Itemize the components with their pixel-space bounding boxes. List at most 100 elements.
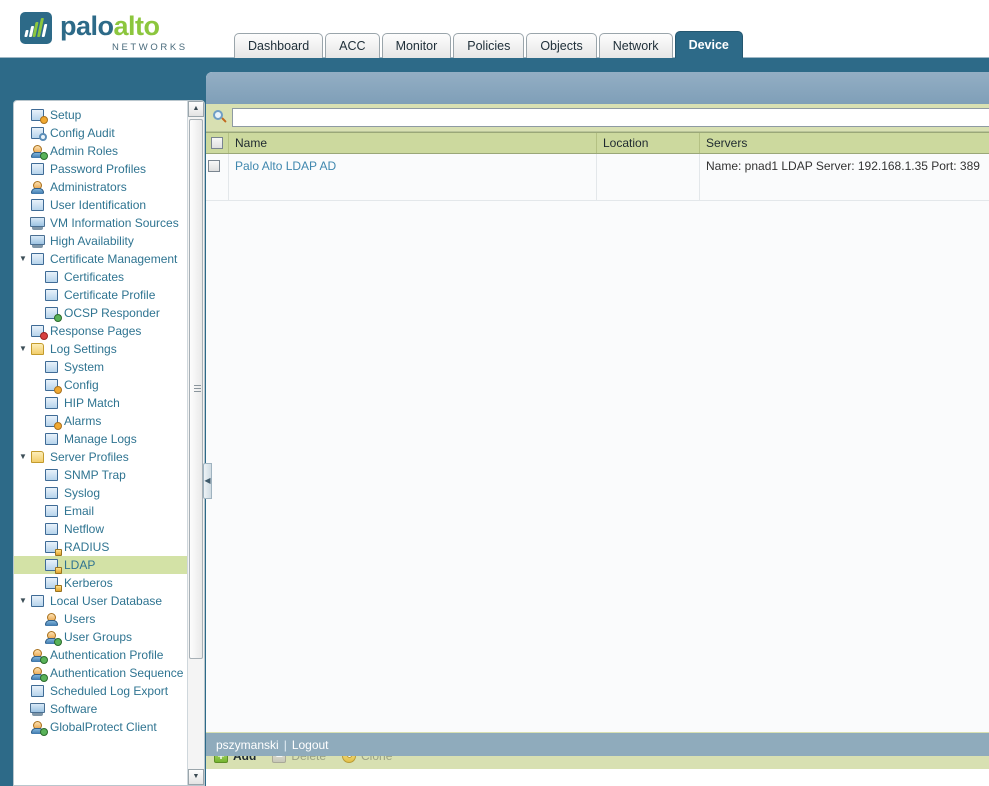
sidebar-item-server-profiles[interactable]: ▼ Server Profiles — [14, 448, 187, 466]
brand-name-part1: palo — [60, 11, 114, 41]
sidebar-item-label: Log Settings — [50, 342, 117, 356]
sidebar-item-config[interactable]: Config — [14, 376, 187, 394]
sidebar-item-netflow[interactable]: Netflow — [14, 520, 187, 538]
sidebar-item-manage-logs[interactable]: Manage Logs — [14, 430, 187, 448]
tab-acc[interactable]: ACC — [325, 33, 380, 58]
search-icon — [212, 109, 228, 126]
sidebar-item-label: User Groups — [64, 630, 133, 644]
tab-network[interactable]: Network — [598, 33, 673, 58]
sidebar-item-label: Local User Database — [50, 594, 163, 608]
sidebar-item-authentication-sequence[interactable]: Authentication Sequence — [14, 664, 187, 682]
sidebar-item-setup[interactable]: Setup — [14, 106, 187, 124]
sidebar-item-radius[interactable]: RADIUS — [14, 538, 187, 556]
sidebar-item-label: Server Profiles — [50, 450, 129, 464]
chevron-down-icon[interactable]: ▼ — [16, 448, 30, 466]
tab-monitor[interactable]: Monitor — [381, 33, 452, 58]
sidebar-item-label: Setup — [50, 108, 82, 122]
sidebar-collapse-handle[interactable]: ◀ — [203, 463, 212, 499]
tab-objects[interactable]: Objects — [526, 33, 597, 58]
scroll-up-button[interactable]: ▲ — [188, 101, 204, 117]
sidebar-item-users[interactable]: Users — [14, 610, 187, 628]
response-pages-icon — [30, 324, 48, 340]
scrollbar-thumb[interactable] — [189, 119, 203, 659]
admin-roles-icon — [30, 144, 48, 160]
sidebar-item-alarms[interactable]: Alarms — [14, 412, 187, 430]
sidebar-item-certificate-profile[interactable]: Certificate Profile — [14, 286, 187, 304]
sidebar-item-label: Scheduled Log Export — [50, 684, 169, 698]
sidebar-item-software[interactable]: Software — [14, 700, 187, 718]
row-select-cell[interactable] — [206, 154, 229, 200]
sidebar-item-syslog[interactable]: Syslog — [14, 484, 187, 502]
row-checkbox[interactable] — [208, 160, 220, 172]
sidebar-item-scheduled-log-export[interactable]: Scheduled Log Export — [14, 682, 187, 700]
chevron-down-icon[interactable]: ▼ — [16, 250, 30, 268]
sidebar-item-vm-information-sources[interactable]: VM Information Sources — [14, 214, 187, 232]
chevron-down-icon[interactable]: ▼ — [16, 340, 30, 358]
scroll-down-button[interactable]: ▼ — [188, 769, 204, 785]
row-name-cell: Palo Alto LDAP AD — [229, 154, 597, 200]
sidebar-item-ldap[interactable]: LDAP — [14, 556, 187, 574]
sidebar-item-label: OCSP Responder — [64, 306, 160, 320]
radius-lock-icon — [44, 540, 62, 556]
column-header-location[interactable]: Location — [597, 133, 700, 153]
sidebar-item-label: Admin Roles — [50, 144, 119, 158]
sidebar-item-response-pages[interactable]: Response Pages — [14, 322, 187, 340]
sidebar-item-administrators[interactable]: Administrators — [14, 178, 187, 196]
sidebar-item-log-settings[interactable]: ▼ Log Settings — [14, 340, 187, 358]
sidebar-item-config-audit[interactable]: Config Audit — [14, 124, 187, 142]
table-row[interactable]: Palo Alto LDAP AD Name: pnad1 LDAP Serve… — [206, 154, 989, 201]
ldap-profile-link[interactable]: Palo Alto LDAP AD — [235, 159, 336, 173]
column-header-servers[interactable]: Servers — [700, 133, 989, 153]
sidebar-item-high-availability[interactable]: High Availability — [14, 232, 187, 250]
sidebar-item-user-identification[interactable]: User Identification — [14, 196, 187, 214]
password-profiles-icon — [30, 162, 47, 177]
sidebar-item-label: Authentication Profile — [50, 648, 164, 662]
sidebar-item-label: SNMP Trap — [64, 468, 126, 482]
table-header-row: Name Location Servers — [206, 132, 989, 154]
sidebar-item-label: Administrators — [50, 180, 127, 194]
sidebar-item-label: Users — [64, 612, 96, 626]
search-bar — [206, 104, 989, 132]
select-all-checkbox[interactable] — [211, 137, 223, 149]
globalprotect-client-icon — [30, 720, 48, 736]
sidebar-item-certificates[interactable]: Certificates — [14, 268, 187, 286]
brand-logo: paloalto NETWORKS — [20, 12, 188, 53]
sidebar-item-label: Netflow — [64, 522, 105, 536]
sidebar-item-email[interactable]: Email — [14, 502, 187, 520]
main-tab-bar: Dashboard ACC Monitor Policies Objects N… — [234, 31, 743, 58]
tab-dashboard[interactable]: Dashboard — [234, 33, 324, 58]
sidebar-item-label: Authentication Sequence — [50, 666, 184, 680]
sidebar-scrollbar[interactable]: ▲ ▼ — [187, 101, 204, 785]
logout-link[interactable]: Logout — [292, 738, 329, 752]
users-icon — [44, 612, 61, 627]
sidebar-item-kerberos[interactable]: Kerberos — [14, 574, 187, 592]
search-input[interactable] — [232, 108, 989, 127]
sidebar-item-globalprotect-client[interactable]: GlobalProtect Client — [14, 718, 187, 736]
sidebar-item-ocsp-responder[interactable]: OCSP Responder — [14, 304, 187, 322]
administrators-icon — [30, 180, 47, 195]
sidebar-item-user-groups[interactable]: User Groups — [14, 628, 187, 646]
netflow-icon — [44, 522, 61, 537]
user-identification-icon — [30, 198, 47, 213]
sidebar-item-password-profiles[interactable]: Password Profiles — [14, 160, 187, 178]
tab-policies[interactable]: Policies — [453, 33, 525, 58]
tab-device[interactable]: Device — [674, 31, 743, 58]
ldap-lock-icon — [44, 558, 62, 574]
sidebar-item-local-user-database[interactable]: ▼ Local User Database — [14, 592, 187, 610]
select-all-header[interactable] — [206, 133, 229, 153]
kerberos-lock-icon — [44, 576, 62, 592]
chevron-down-icon[interactable]: ▼ — [16, 592, 30, 610]
authentication-sequence-icon — [30, 666, 48, 682]
sidebar-item-snmp-trap[interactable]: SNMP Trap — [14, 466, 187, 484]
sidebar-item-label: Kerberos — [64, 576, 113, 590]
sidebar-item-admin-roles[interactable]: Admin Roles — [14, 142, 187, 160]
sidebar-item-system[interactable]: System — [14, 358, 187, 376]
config-log-icon — [44, 378, 62, 394]
ocsp-responder-icon — [44, 306, 62, 322]
sidebar-item-certificate-management[interactable]: ▼ Certificate Management — [14, 250, 187, 268]
scrollbar-grip-icon — [194, 385, 201, 393]
column-header-name[interactable]: Name — [229, 133, 597, 153]
sidebar-item-hip-match[interactable]: HIP Match — [14, 394, 187, 412]
row-servers-cell: Name: pnad1 LDAP Server: 192.168.1.35 Po… — [700, 154, 989, 200]
sidebar-item-authentication-profile[interactable]: Authentication Profile — [14, 646, 187, 664]
